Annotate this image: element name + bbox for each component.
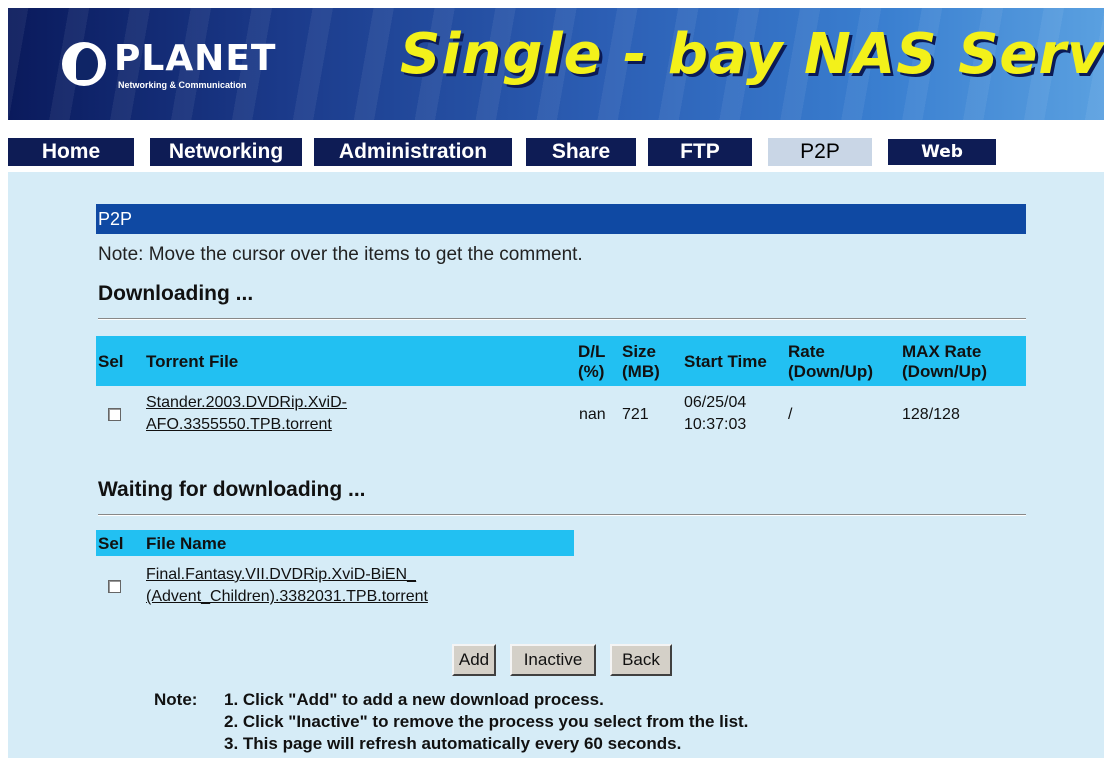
waiting-heading: Waiting for downloading ... [98,478,366,501]
product-title: Single - bay NAS Server [400,22,1104,87]
inactive-button[interactable]: Inactive [510,644,596,676]
start-date: 06/25/04 [684,394,747,411]
main-nav-tabs: Home Networking Administration Share FTP… [8,134,1104,188]
tab-home[interactable]: Home [8,138,134,166]
dl-percent: nan [579,406,606,423]
tab-web-server[interactable]: Web Server [888,139,996,188]
back-button[interactable]: Back [610,644,672,676]
header-banner: PLANET Networking & Communication Single… [8,8,1104,120]
row-select-checkbox[interactable] [108,580,121,593]
tab-ftp[interactable]: FTP [648,138,752,166]
file-name-line2[interactable]: (Advent_Children).3382031.TPB.torrent [146,588,428,605]
file-name-link[interactable]: Final.Fantasy.VII.DVDRip.XviD-BiEN_ (Adv… [146,564,428,608]
size-mb: 721 [622,406,649,423]
tab-administration[interactable]: Administration [314,138,512,166]
logo-text: PLANET [114,38,277,79]
waiting-table-header: Sel File Name [96,530,574,556]
downloading-heading: Downloading ... [98,282,254,305]
planet-logo: PLANET Networking & Communication [62,36,275,96]
note-item-2: 2. Click "Inactive" to remove the proces… [224,712,749,731]
start-time: 10:37:03 [684,416,747,433]
hover-note: Note: Move the cursor over the items to … [98,244,583,265]
col-rate-label: Rate [788,342,825,361]
divider [98,514,1026,516]
torrent-file-line2[interactable]: AFO.3355550.TPB.torrent [146,416,332,433]
planet-logo-icon [62,42,106,86]
col-sel: Sel [98,534,124,553]
max-rate-value: 128/128 [902,406,960,423]
row-select-checkbox[interactable] [108,408,121,421]
add-button[interactable]: Add [452,644,496,676]
col-start-time: Start Time [684,352,767,371]
col-dl-label: D/L [578,342,606,361]
col-file-name: File Name [146,534,227,553]
file-name-line1[interactable]: Final.Fantasy.VII.DVDRip.XviD-BiEN_ [146,566,416,583]
col-size-label: Size [622,342,657,361]
notes-label: Note: [154,690,198,709]
col-rate-unit: (Down/Up) [788,362,873,381]
tab-share[interactable]: Share [526,138,636,166]
rate-value: / [788,406,793,423]
downloading-table-header: Sel Torrent File D/L (%) Size (MB) Start… [96,336,1026,386]
col-max-rate-unit: (Down/Up) [902,362,987,381]
col-sel: Sel [98,352,124,371]
divider [98,318,1026,320]
note-item-1: 1. Click "Add" to add a new download pro… [224,690,604,709]
tab-networking[interactable]: Networking [150,138,302,166]
col-dl-unit: (%) [578,362,605,381]
col-size-unit: (MB) [622,362,660,381]
torrent-file-line1[interactable]: Stander.2003.DVDRip.XviD- [146,394,347,411]
torrent-file-link[interactable]: Stander.2003.DVDRip.XviD- AFO.3355550.TP… [146,392,347,436]
col-torrent-file: Torrent File [146,352,239,371]
note-item-3: 3. This page will refresh automatically … [224,734,682,753]
logo-subtitle: Networking & Communication [118,80,247,90]
content-panel: P2P Note: Move the cursor over the items… [8,172,1104,758]
section-title-bar: P2P [96,204,1026,234]
col-max-rate-label: MAX Rate [902,342,982,361]
tab-p2p[interactable]: P2P [768,138,872,166]
